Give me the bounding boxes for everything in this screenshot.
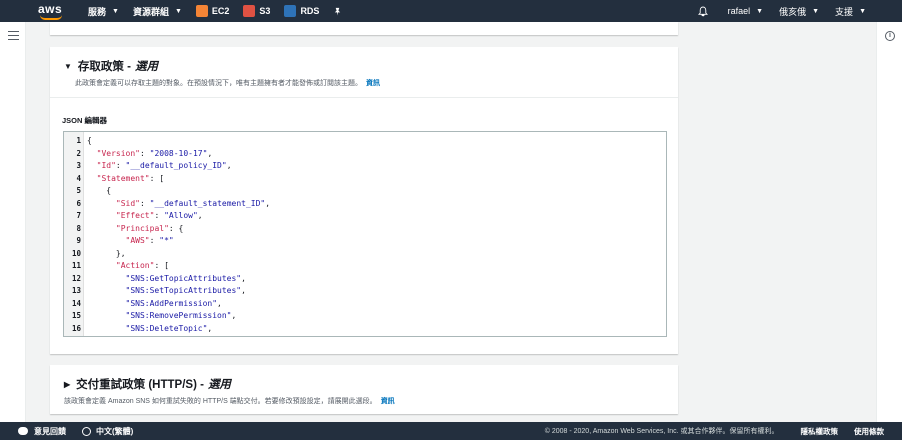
- code-line: 8 "Principal": {: [64, 223, 664, 236]
- support-menu[interactable]: 支援 ▼: [835, 5, 866, 18]
- privacy-policy-link[interactable]: 隱私權政策: [801, 426, 839, 437]
- caret-down-icon: ▼: [174, 7, 182, 15]
- user-menu[interactable]: rafael ▼: [728, 6, 763, 16]
- footer: 意見回饋 中文(繁體) © 2008 - 2020, Amazon Web Se…: [0, 422, 902, 440]
- caret-down-icon: ▼: [112, 7, 119, 15]
- resource-groups-menu[interactable]: 資源群組 ▼: [133, 5, 182, 18]
- code-text: "Effect": "Allow",: [115, 211, 203, 220]
- line-number: 15: [71, 311, 81, 320]
- code-line: 3 "Id": "__default_policy_ID",: [64, 160, 664, 173]
- code-line: 7 "Effect": "Allow",: [64, 210, 664, 223]
- collapsed-triangle-icon: ▶: [64, 379, 71, 389]
- code-line: 16 "SNS:DeleteTopic",: [64, 323, 664, 336]
- ec2-icon: [195, 5, 208, 17]
- top-navigation: aws 服務 ▼ 資源群組 ▼ EC2 S3 RDS rafael ▼ 俄亥俄 ▼ 支援…: [0, 0, 902, 22]
- line-number: 4: [76, 173, 81, 183]
- line-number: 1: [76, 136, 81, 145]
- shortcut-s3[interactable]: S3: [243, 5, 270, 17]
- shortcut-ec2[interactable]: EC2: [195, 5, 229, 17]
- code-text: "Id": "__default_policy_ID",: [96, 161, 232, 170]
- json-editor[interactable]: 1{2 "Version": "2008-10-17", 3 "Id": "__d…: [63, 131, 667, 337]
- line-number: 11: [71, 261, 81, 270]
- divider: [50, 97, 678, 98]
- pin-icon[interactable]: [333, 7, 342, 16]
- feedback-button[interactable]: 意見回饋: [18, 426, 66, 437]
- services-menu[interactable]: 服務 ▼: [88, 5, 119, 18]
- line-number: 8: [76, 223, 81, 233]
- code-line: 12 "SNS:GetTopicAttributes",: [64, 273, 664, 286]
- access-policy-header[interactable]: ▼ 存取政策 - 選用 此政策會定義可以存取主題的對象。在預設情況下，唯有主題擁…: [50, 47, 678, 88]
- line-number: 14: [71, 298, 81, 308]
- code-line: 13 "SNS:SetTopicAttributes",: [64, 285, 664, 298]
- shortcut-rds[interactable]: RDS: [284, 5, 319, 17]
- expanded-triangle-icon: ▼: [64, 61, 72, 71]
- code-line: 9 "AWS": "*": [64, 235, 664, 248]
- code-text: },: [87, 248, 126, 258]
- access-policy-panel: ▼ 存取政策 - 選用 此政策會定義可以存取主題的對象。在預設情況下，唯有主題擁…: [50, 47, 678, 354]
- code-text: "SNS:DeleteTopic",: [125, 323, 213, 333]
- region-menu[interactable]: 俄亥俄 ▼: [779, 5, 819, 18]
- info-icon[interactable]: i: [885, 31, 895, 41]
- code-text: "Statement": [: [96, 173, 165, 183]
- code-line: 14 "SNS:AddPermission",: [64, 298, 664, 311]
- code-text: "SNS:RemovePermission",: [125, 311, 237, 320]
- s3-icon: [243, 5, 256, 17]
- code-line: 5 {: [64, 185, 664, 198]
- code-text: "SNS:AddPermission",: [125, 298, 222, 308]
- code-line: 11 "Action": [: [64, 260, 664, 273]
- caret-down-icon: ▼: [812, 7, 820, 15]
- code-line: 4 "Statement": [: [64, 173, 664, 186]
- line-number: 7: [76, 211, 81, 220]
- code-text: "Version": "2008-10-17",: [96, 148, 213, 158]
- previous-panel: [50, 22, 678, 35]
- code-text: "Action": [: [115, 261, 169, 270]
- code-text: {: [87, 136, 92, 145]
- pin-icon-svg: [335, 7, 341, 16]
- access-policy-info-link[interactable]: 資訊: [366, 80, 380, 87]
- line-number: 5: [76, 186, 81, 195]
- caret-down-icon: ▼: [756, 7, 764, 15]
- terms-of-use-link[interactable]: 使用條款: [854, 426, 884, 437]
- code-text: "Principal": {: [115, 223, 184, 233]
- access-policy-title[interactable]: ▼ 存取政策 - 選用: [64, 58, 664, 74]
- json-editor-label: JSON 編輯器: [62, 116, 108, 125]
- copyright-text: © 2008 - 2020, Amazon Web Services, Inc.…: [544, 428, 779, 435]
- line-number: 16: [71, 323, 81, 333]
- retry-policy-info-link[interactable]: 資訊: [381, 398, 395, 405]
- code-text: "Sid": "__default_statement_ID",: [115, 198, 271, 208]
- retry-policy-description: 該政策會定義 Amazon SNS 如何重試失敗的 HTTP/S 端點交付。若要…: [64, 398, 395, 405]
- aws-logo[interactable]: aws: [38, 0, 68, 22]
- rds-icon: [284, 5, 297, 17]
- line-number: 9: [76, 236, 81, 245]
- code-line: 2 "Version": "2008-10-17",: [64, 148, 664, 161]
- code-line: 10 },: [64, 248, 664, 261]
- line-number: 13: [71, 286, 81, 295]
- globe-icon: [82, 426, 91, 436]
- code-line: 15 "SNS:RemovePermission",: [64, 310, 664, 323]
- language-selector[interactable]: 中文(繁體): [82, 426, 133, 437]
- right-rail: i: [876, 22, 902, 422]
- retry-policy-title[interactable]: ▶ 交付重試政策 (HTTP/S) - 選用: [64, 376, 664, 392]
- aws-smile-icon: [40, 15, 62, 20]
- line-number: 2: [76, 148, 81, 158]
- caret-down-icon: ▼: [859, 7, 866, 15]
- line-number: 6: [76, 198, 81, 208]
- left-rail: [0, 22, 26, 422]
- retry-policy-header[interactable]: ▶ 交付重試政策 (HTTP/S) - 選用 該政策會定義 Amazon SNS…: [50, 365, 678, 406]
- code-text: {: [87, 186, 112, 195]
- line-number: 12: [71, 273, 81, 283]
- hamburger-menu-icon[interactable]: [8, 31, 19, 40]
- code-text: "SNS:SetTopicAttributes",: [125, 286, 246, 295]
- code-text: "AWS": "*": [125, 236, 174, 245]
- code-line: 1{: [64, 135, 664, 148]
- bell-icon[interactable]: [697, 6, 708, 17]
- line-number: 10: [71, 248, 81, 258]
- line-number: 3: [76, 161, 81, 170]
- chat-bubble-icon: [18, 427, 28, 435]
- retry-policy-panel: ▶ 交付重試政策 (HTTP/S) - 選用 該政策會定義 Amazon SNS…: [50, 365, 678, 414]
- access-policy-description: 此政策會定義可以存取主題的對象。在預設情況下，唯有主題擁有者才能發佈或訂閱該主題…: [75, 80, 380, 87]
- code-line: 6 "Sid": "__default_statement_ID",: [64, 198, 664, 211]
- nav-right-group: rafael ▼ 俄亥俄 ▼ 支援 ▼: [697, 5, 902, 18]
- code-text: "SNS:GetTopicAttributes",: [125, 273, 246, 283]
